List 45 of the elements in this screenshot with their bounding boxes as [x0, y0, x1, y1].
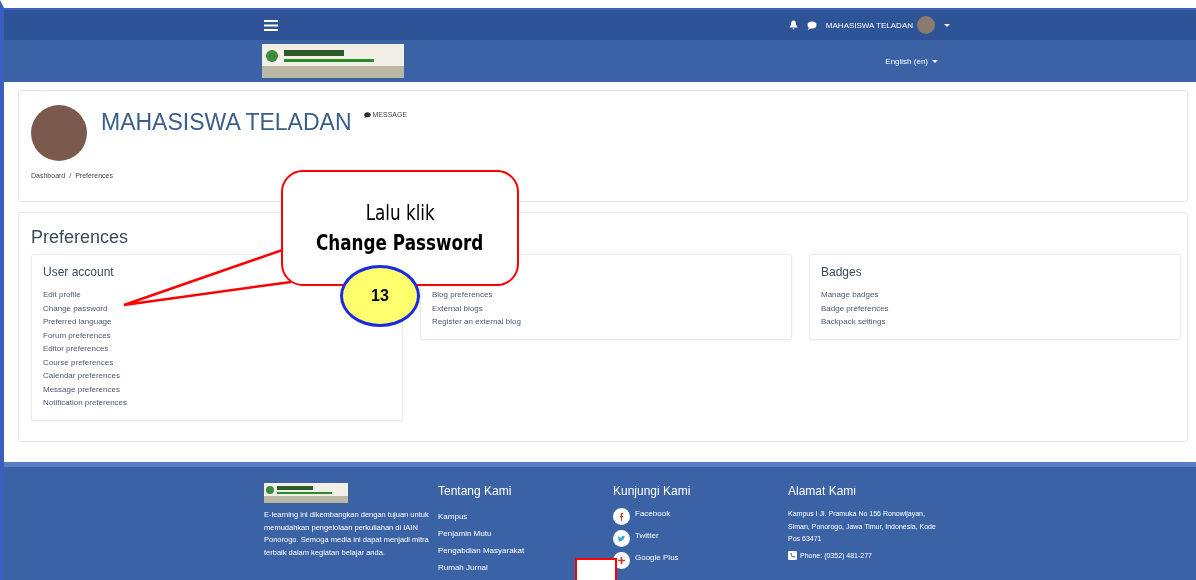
facebook-icon[interactable]: [613, 508, 630, 525]
preference-link[interactable]: Notification preferences: [43, 396, 128, 410]
chat-icon[interactable]: [806, 20, 817, 30]
preference-link[interactable]: External blogs: [432, 301, 483, 315]
footer-link[interactable]: Rumah Jurnal: [438, 559, 488, 576]
preference-link[interactable]: Course preferences: [43, 355, 114, 369]
menu-icon[interactable]: [264, 19, 278, 31]
preference-link[interactable]: Badge preferences: [821, 301, 889, 315]
section-title: User account: [43, 265, 115, 279]
logo-drawing[interactable]: [264, 483, 348, 503]
bird-icon[interactable]: [613, 530, 630, 547]
user-menu-name[interactable]: MAHASISWA TELADAN: [825, 20, 913, 30]
footer-heading: Kunjungi Kami: [613, 484, 692, 498]
social-link[interactable]: Twitter: [635, 530, 659, 542]
preference-link[interactable]: Change password: [43, 301, 108, 315]
preference-link[interactable]: Forum preferences: [43, 328, 111, 342]
logo-drawing[interactable]: [262, 44, 404, 78]
preference-link[interactable]: Register an external blog: [432, 315, 521, 329]
language-menu[interactable]: English (en): [885, 56, 938, 66]
social-link[interactable]: Google Plus: [635, 552, 679, 564]
preference-link[interactable]: Editor preferences: [43, 342, 109, 356]
page-title: Preferences: [31, 227, 129, 248]
caret-icon[interactable]: [944, 23, 950, 27]
preference-link[interactable]: Edit profile: [43, 288, 81, 302]
preference-link[interactable]: Blog preferences: [432, 288, 493, 302]
footer-link[interactable]: Penjamin Mutu: [438, 525, 492, 542]
preference-link[interactable]: Manage badges: [821, 288, 879, 302]
preference-link[interactable]: Backpack settings: [821, 315, 886, 329]
footer-heading: Alamat Kami: [788, 484, 858, 498]
preference-link[interactable]: Preferred language: [43, 315, 112, 329]
section-title: Badges: [821, 265, 863, 279]
preference-link[interactable]: Calendar preferences: [43, 369, 120, 383]
phone-icon: [788, 551, 797, 561]
bell-icon[interactable]: [788, 20, 798, 30]
caret-icon[interactable]: [932, 59, 938, 63]
profile-name: MAHASISWA TELADAN: [101, 109, 352, 136]
footer-heading: Tentang Kami: [438, 484, 513, 498]
callout-text: Change Password: [316, 231, 484, 255]
avatar-placeholder: [31, 105, 87, 161]
callout-text: Lalu klik: [365, 201, 435, 225]
chat-icon: [363, 111, 371, 118]
footer-link[interactable]: Kampus: [438, 508, 468, 525]
social-link[interactable]: Facebook: [635, 508, 671, 520]
footer-link[interactable]: Pengabdian Masyarakat: [438, 542, 525, 559]
preference-link[interactable]: Message preferences: [43, 382, 120, 396]
